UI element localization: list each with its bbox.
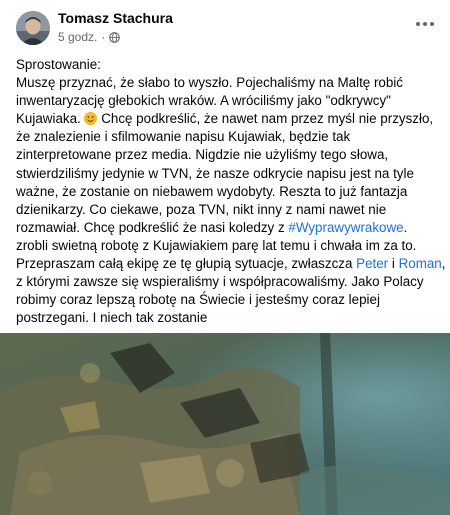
post-text-segment: postrzegani. I niech tak zostanie <box>16 310 208 326</box>
post-text-segment: stwierdziliśmy jedynie w TVN, że nasze o… <box>16 165 414 181</box>
post-text-segment: dzienikarzy. Co ciekawe, poza TVN, nikt … <box>16 201 387 217</box>
post-text-line: robimy coraz lepszą robotę na Świecie i … <box>16 291 440 309</box>
post-text-segment: ważne, że zostanie on niebawem wydobyty.… <box>16 183 408 199</box>
post-timestamp[interactable]: 5 godz. <box>58 30 97 44</box>
post-text-segment: , <box>441 256 446 272</box>
post-text-segment: inwentaryzację głebokich wraków. A wróci… <box>16 93 391 109</box>
post-text-segment: robimy coraz lepszą robotę na Świecie i … <box>16 292 380 308</box>
post-text-line: Przepraszam całą ekipę ze tę głupią sytu… <box>16 255 445 273</box>
post-text-segment: zinterpretowane przez media. Nigdzie nie… <box>16 147 389 163</box>
post-text-line: stwierdziliśmy jedynie w TVN, że nasze o… <box>16 165 440 183</box>
post-text-line: zrobli swietną robotę z Kujawiakiem parę… <box>16 237 440 255</box>
post-text-line: ważne, że zostanie on niebawem wydobyty.… <box>16 183 440 201</box>
post-text-segment: Chcę podkreślić, że nawet nam przez myśl… <box>97 111 434 127</box>
post-text-segment: z którymi zawsze się wspieraliśmy i wspó… <box>16 274 424 290</box>
mention-link[interactable]: Peter <box>356 256 388 271</box>
post-text-line: że znalezienie i sfilmowanie napisu Kuja… <box>16 128 440 146</box>
post-text-segment: Muszę przyznać, że słabo to wyszło. Poje… <box>16 75 403 91</box>
post-text-line: zinterpretowane przez media. Nigdzie nie… <box>16 146 440 164</box>
shipwreck-photo <box>0 333 450 515</box>
post-header: Tomasz Stachura 5 godz. · <box>0 0 450 50</box>
mention-link[interactable]: Roman <box>399 256 442 271</box>
more-options-button[interactable] <box>410 12 440 36</box>
author-avatar[interactable] <box>16 11 50 45</box>
post-text-line: inwentaryzację głebokich wraków. A wróci… <box>16 92 440 110</box>
post-text: Sprostowanie: Muszę przyznać, że słabo to… <box>16 56 445 327</box>
author-name[interactable]: Tomasz Stachura <box>58 10 173 26</box>
post-text-line: postrzegani. I niech tak zostanie <box>16 309 440 327</box>
post-text-line: dzienikarzy. Co ciekawe, poza TVN, nikt … <box>16 201 440 219</box>
post-text-line: Sprostowanie: <box>16 56 440 74</box>
post-text-segment: Sprostowanie: <box>16 57 101 72</box>
mention-link[interactable]: #Wyprawywrakowe <box>288 220 403 235</box>
more-horizontal-icon <box>416 22 434 26</box>
post-text-segment: i <box>388 256 399 272</box>
smiling-face-icon <box>84 112 98 126</box>
post-text-segment: Kujawiaka. <box>16 111 85 127</box>
post-text-segment: Przepraszam całą ekipę ze tę głupią sytu… <box>16 256 357 272</box>
post-text-line: Muszę przyznać, że słabo to wyszło. Poje… <box>16 74 440 92</box>
facebook-post: Tomasz Stachura 5 godz. · Sprostowanie: M… <box>0 0 450 515</box>
post-text-line: rozmawiał. Chcę podkreślić że nasi koled… <box>16 219 440 237</box>
post-photo[interactable] <box>0 333 450 515</box>
globe-icon[interactable] <box>109 31 121 43</box>
meta-separator: · <box>101 30 106 44</box>
post-text-segment: zrobli swietną robotę z Kujawiakiem parę… <box>16 237 417 253</box>
post-text-segment: . <box>403 219 408 235</box>
avatar-image <box>16 11 50 45</box>
post-text-segment: rozmawiał. Chcę podkreślić że nasi koled… <box>16 219 289 235</box>
post-text-line: z którymi zawsze się wspieraliśmy i wspó… <box>16 273 440 291</box>
post-text-line: Kujawiaka. Chcę podkreślić, że nawet nam… <box>16 110 440 128</box>
post-text-segment: że znalezienie i sfilmowanie napisu Kuja… <box>16 129 351 145</box>
post-meta: 5 godz. · <box>58 30 121 44</box>
